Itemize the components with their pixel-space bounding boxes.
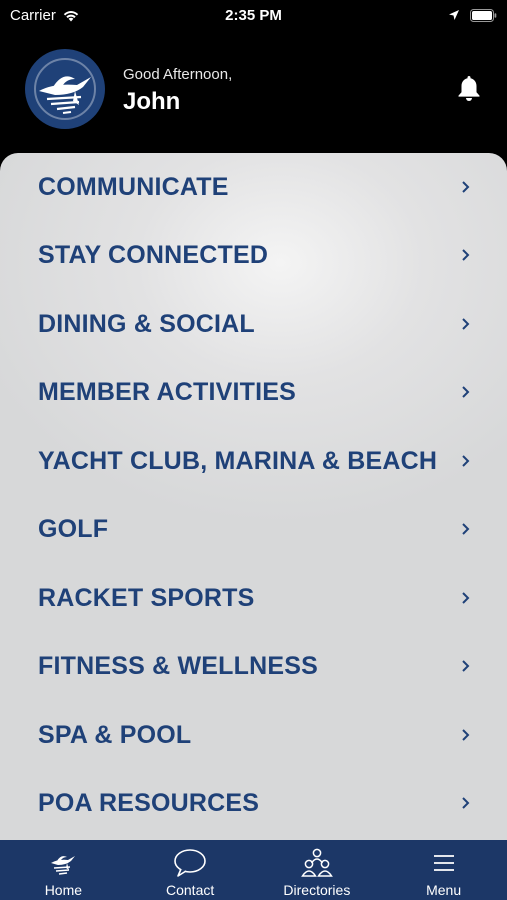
menu-item-communicate[interactable]: COMMUNICATE — [0, 153, 507, 221]
status-right — [448, 8, 497, 22]
carrier-label: Carrier — [10, 6, 56, 24]
menu-item-label: GOLF — [38, 514, 109, 543]
menu-item-spa-pool[interactable]: SPA & POOL — [0, 701, 507, 769]
marlin-icon — [46, 848, 80, 878]
battery-icon — [470, 8, 497, 22]
status-left: Carrier — [10, 7, 80, 24]
tab-bar: Home Contact Directories Menu — [0, 840, 507, 900]
status-bar: Carrier 2:35 PM — [0, 0, 507, 30]
people-group-icon — [300, 848, 334, 878]
marlin-logo-icon[interactable] — [25, 49, 105, 129]
menu-item-racket-sports[interactable]: RACKET SPORTS — [0, 564, 507, 632]
tab-menu[interactable]: Menu — [380, 840, 507, 900]
chat-bubble-icon — [173, 848, 207, 878]
chevron-right-icon — [462, 660, 470, 672]
menu-item-label: POA RESOURCES — [38, 788, 260, 817]
menu-item-label: YACHT CLUB, MARINA & BEACH — [38, 446, 438, 475]
menu-item-label: COMMUNICATE — [38, 172, 229, 201]
chevron-right-icon — [462, 249, 470, 261]
menu-item-label: DINING & SOCIAL — [38, 309, 255, 338]
bell-icon[interactable] — [457, 74, 481, 102]
menu-item-golf[interactable]: GOLF — [0, 495, 507, 563]
menu-item-poa-resources[interactable]: POA RESOURCES — [0, 769, 507, 837]
menu-item-label: RACKET SPORTS — [38, 583, 255, 612]
menu-item-label: FITNESS & WELLNESS — [38, 651, 319, 680]
tab-directories[interactable]: Directories — [254, 840, 381, 900]
tab-label: Directories — [283, 882, 351, 898]
menu-item-member-activities[interactable]: MEMBER ACTIVITIES — [0, 358, 507, 426]
user-name: John — [123, 88, 181, 115]
chevron-right-icon — [462, 318, 470, 330]
greeting-text: Good Afternoon, — [123, 66, 233, 83]
chevron-right-icon — [462, 797, 470, 809]
tab-home[interactable]: Home — [0, 840, 127, 900]
menu-item-fitness-wellness[interactable]: FITNESS & WELLNESS — [0, 632, 507, 700]
logo-graphic — [34, 58, 96, 120]
hamburger-menu-icon — [427, 848, 461, 878]
header: Good Afternoon, John — [0, 46, 507, 136]
menu-item-label: MEMBER ACTIVITIES — [38, 377, 297, 406]
chevron-right-icon — [462, 181, 470, 193]
chevron-right-icon — [462, 592, 470, 604]
wifi-icon — [63, 10, 79, 21]
menu-item-label: STAY CONNECTED — [38, 240, 269, 269]
location-icon — [449, 10, 459, 20]
menu-item-stay-connected[interactable]: STAY CONNECTED — [0, 221, 507, 289]
chevron-right-icon — [462, 523, 470, 535]
menu-panel: COMMUNICATE STAY CONNECTED DINING & SOCI… — [0, 153, 507, 843]
tab-label: Home — [44, 882, 83, 898]
menu-item-yacht-club[interactable]: YACHT CLUB, MARINA & BEACH — [0, 427, 507, 495]
menu-item-dining-social[interactable]: DINING & SOCIAL — [0, 290, 507, 358]
chevron-right-icon — [462, 729, 470, 741]
tab-label: Menu — [426, 882, 462, 898]
tab-label: Contact — [166, 882, 215, 898]
chevron-right-icon — [462, 455, 470, 467]
chevron-right-icon — [462, 386, 470, 398]
menu-item-label: SPA & POOL — [38, 720, 192, 749]
tab-contact[interactable]: Contact — [127, 840, 254, 900]
